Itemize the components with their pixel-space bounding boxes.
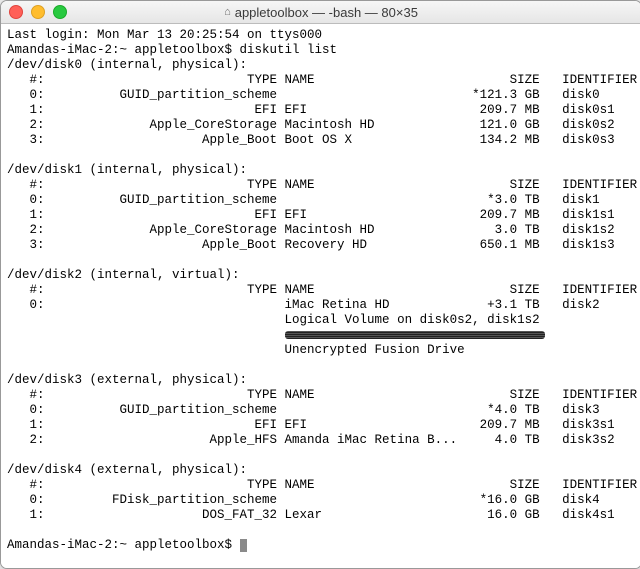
zoom-icon[interactable] (53, 5, 67, 19)
cursor (240, 539, 247, 552)
terminal-output[interactable]: Last login: Mon Mar 13 20:25:54 on ttys0… (1, 24, 640, 568)
home-icon: ⌂ (224, 6, 231, 18)
close-icon[interactable] (9, 5, 23, 19)
window-title: ⌂ appletoolbox — -bash — 80×35 (1, 5, 640, 20)
titlebar: ⌂ appletoolbox — -bash — 80×35 (1, 1, 640, 24)
minimize-icon[interactable] (31, 5, 45, 19)
traffic-lights (9, 5, 67, 19)
terminal-window: ⌂ appletoolbox — -bash — 80×35 Last logi… (0, 0, 640, 569)
redacted-uuid (285, 331, 545, 339)
window-title-text: appletoolbox — -bash — 80×35 (235, 5, 418, 20)
